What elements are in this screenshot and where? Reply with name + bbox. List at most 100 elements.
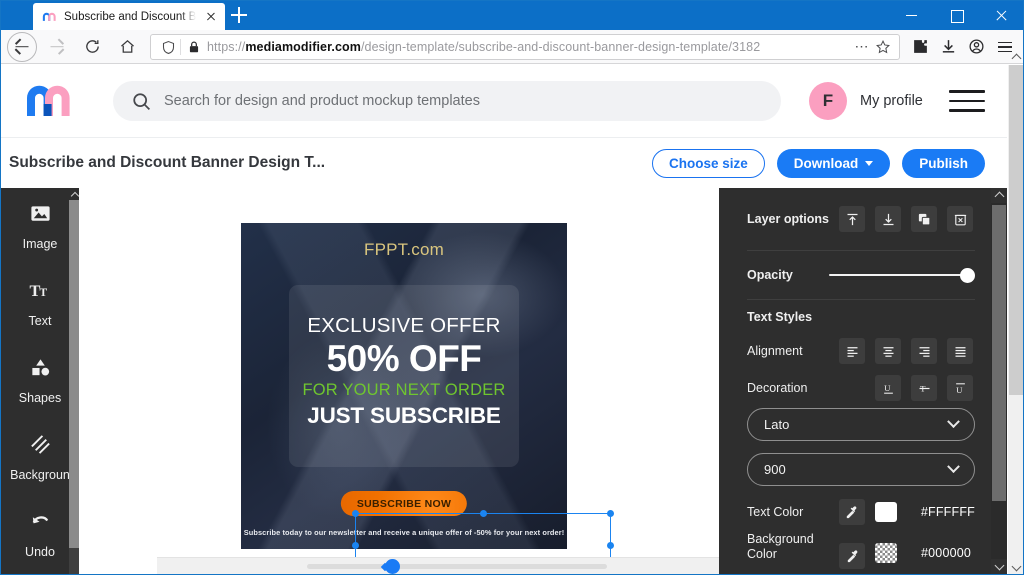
- site-menu-icon[interactable]: [948, 88, 985, 114]
- design-footer-text[interactable]: Subscribe today to our newsletter and re…: [241, 528, 567, 537]
- delete-icon[interactable]: [947, 206, 973, 232]
- font-weight-select[interactable]: 900: [747, 453, 975, 486]
- layer-options-label: Layer options: [747, 212, 829, 226]
- strikethrough-icon[interactable]: T: [911, 375, 937, 401]
- search-bar[interactable]: Search for design and product mockup tem…: [113, 81, 781, 121]
- shield-icon[interactable]: [157, 38, 179, 56]
- site-header: Search for design and product mockup tem…: [1, 65, 1007, 137]
- scrollbar-thumb[interactable]: [69, 200, 79, 548]
- text-styles-label: Text Styles: [747, 310, 813, 324]
- search-input[interactable]: Search for design and product mockup tem…: [164, 93, 480, 109]
- chevron-down-icon: [947, 415, 960, 429]
- sidebar-item-text[interactable]: T T Text: [1, 265, 79, 342]
- canvas-zoom-bar[interactable]: [157, 557, 797, 574]
- ellipsis-icon[interactable]: ⋯: [851, 38, 873, 55]
- zoom-slider-handle[interactable]: [385, 559, 400, 574]
- canvas-area[interactable]: FPPT.com EXCLUSIVE OFFER 50% OFF FOR YOU…: [79, 188, 797, 575]
- opacity-row: Opacity: [719, 251, 991, 299]
- sidebar-item-label: Backgroun: [10, 468, 70, 482]
- download-button-label: Download: [793, 155, 859, 171]
- profile-label[interactable]: My profile: [860, 93, 923, 109]
- align-justify-icon[interactable]: [947, 338, 973, 364]
- design-cta-button[interactable]: SUBSCRIBE NOW: [340, 491, 468, 516]
- design-headline[interactable]: EXCLUSIVE OFFER: [241, 314, 567, 338]
- text-color-swatch[interactable]: [874, 502, 897, 522]
- zoom-slider-track[interactable]: [307, 564, 607, 569]
- new-tab-button[interactable]: [228, 4, 250, 26]
- reload-icon[interactable]: [77, 32, 107, 62]
- account-icon[interactable]: [962, 33, 990, 61]
- svg-text:T: T: [39, 287, 47, 299]
- scrollbar-thumb[interactable]: [1009, 65, 1023, 395]
- browser-tab[interactable]: Subscribe and Discount Banner: [33, 3, 225, 30]
- design-subline[interactable]: FOR YOUR NEXT ORDER: [241, 381, 567, 400]
- url-text[interactable]: https://mediamodifier.com/design-templat…: [207, 40, 851, 54]
- opacity-slider-track[interactable]: [829, 273, 967, 277]
- text-color-hex[interactable]: #FFFFFF: [921, 505, 975, 519]
- background-color-hex[interactable]: #000000: [921, 546, 971, 560]
- font-family-select[interactable]: Lato: [747, 408, 975, 441]
- properties-panel-scrollbar[interactable]: [991, 188, 1007, 574]
- lock-icon[interactable]: [185, 38, 203, 56]
- eyedropper-icon[interactable]: [838, 499, 865, 525]
- download-icon[interactable]: [934, 33, 962, 61]
- design-offer-text[interactable]: 50% OFF: [241, 338, 567, 380]
- overline-icon[interactable]: U: [947, 375, 973, 401]
- sidebar-item-background[interactable]: Backgroun: [1, 419, 79, 496]
- align-right-icon[interactable]: [911, 338, 937, 364]
- resize-handle-ne[interactable]: [607, 510, 614, 517]
- home-icon[interactable]: [112, 32, 142, 62]
- sidebar-item-label: Image: [22, 237, 58, 251]
- opacity-slider-handle[interactable]: [960, 267, 975, 283]
- scroll-up-icon[interactable]: [1008, 49, 1024, 65]
- font-weight-value: 900: [764, 462, 786, 477]
- scroll-up-icon[interactable]: [991, 188, 1007, 203]
- design-brand-text[interactable]: FPPT.com: [241, 240, 567, 260]
- mediamodifier-logo[interactable]: [27, 84, 83, 118]
- star-icon[interactable]: [873, 38, 893, 56]
- minimize-icon[interactable]: [889, 0, 934, 30]
- sidebar-item-image[interactable]: Image: [1, 188, 79, 265]
- align-left-icon[interactable]: [839, 338, 865, 364]
- scroll-down-icon[interactable]: [1008, 559, 1024, 575]
- shapes-icon: [29, 356, 52, 384]
- scroll-up-icon[interactable]: [69, 188, 79, 200]
- tool-sidebar: Image T T Text Shapes Backgroun Undo: [1, 188, 79, 574]
- design-callout[interactable]: JUST SUBSCRIBE: [241, 403, 567, 429]
- forward-arrow-icon[interactable]: [42, 32, 72, 62]
- align-center-icon[interactable]: [875, 338, 901, 364]
- document-actions: Choose size Download Publish: [651, 148, 985, 178]
- sidebar-item-shapes[interactable]: Shapes: [1, 342, 79, 419]
- bring-to-front-icon[interactable]: [839, 206, 865, 232]
- underline-icon[interactable]: U: [875, 375, 901, 401]
- eyedropper-icon[interactable]: [839, 543, 865, 569]
- scrollbar-thumb[interactable]: [992, 205, 1006, 501]
- maximize-icon[interactable]: [934, 0, 979, 30]
- background-color-row: Background Color #000000: [719, 532, 991, 572]
- background-color-label: Background Color: [747, 532, 814, 561]
- resize-handle-e[interactable]: [607, 542, 614, 549]
- background-color-swatch[interactable]: [875, 543, 897, 563]
- tab-close-icon[interactable]: [203, 9, 219, 25]
- sidebar-item-undo[interactable]: Undo: [1, 496, 79, 573]
- duplicate-icon[interactable]: [911, 206, 937, 232]
- back-arrow-icon[interactable]: [7, 31, 37, 62]
- scroll-down-icon[interactable]: [991, 559, 1007, 574]
- send-to-back-icon[interactable]: [875, 206, 901, 232]
- puzzle-icon[interactable]: [906, 33, 934, 61]
- download-button[interactable]: Download: [776, 148, 891, 178]
- svg-text:U: U: [884, 383, 891, 393]
- sidebar-scrollbar[interactable]: [69, 188, 79, 574]
- alignment-row: Alignment: [719, 334, 991, 368]
- page-scrollbar[interactable]: [1008, 65, 1024, 575]
- window-controls: [889, 0, 1024, 30]
- page-title: Subscribe and Discount Banner Design T..…: [9, 154, 326, 171]
- address-bar[interactable]: https://mediamodifier.com/design-templat…: [150, 33, 900, 60]
- close-icon[interactable]: [979, 0, 1024, 30]
- decoration-row: Decoration U T: [719, 368, 991, 408]
- publish-button[interactable]: Publish: [902, 148, 985, 178]
- choose-size-button[interactable]: Choose size: [651, 148, 765, 178]
- avatar[interactable]: F: [809, 82, 847, 120]
- tab-title: Subscribe and Discount Banner: [64, 10, 196, 23]
- design-canvas[interactable]: FPPT.com EXCLUSIVE OFFER 50% OFF FOR YOU…: [241, 223, 567, 549]
